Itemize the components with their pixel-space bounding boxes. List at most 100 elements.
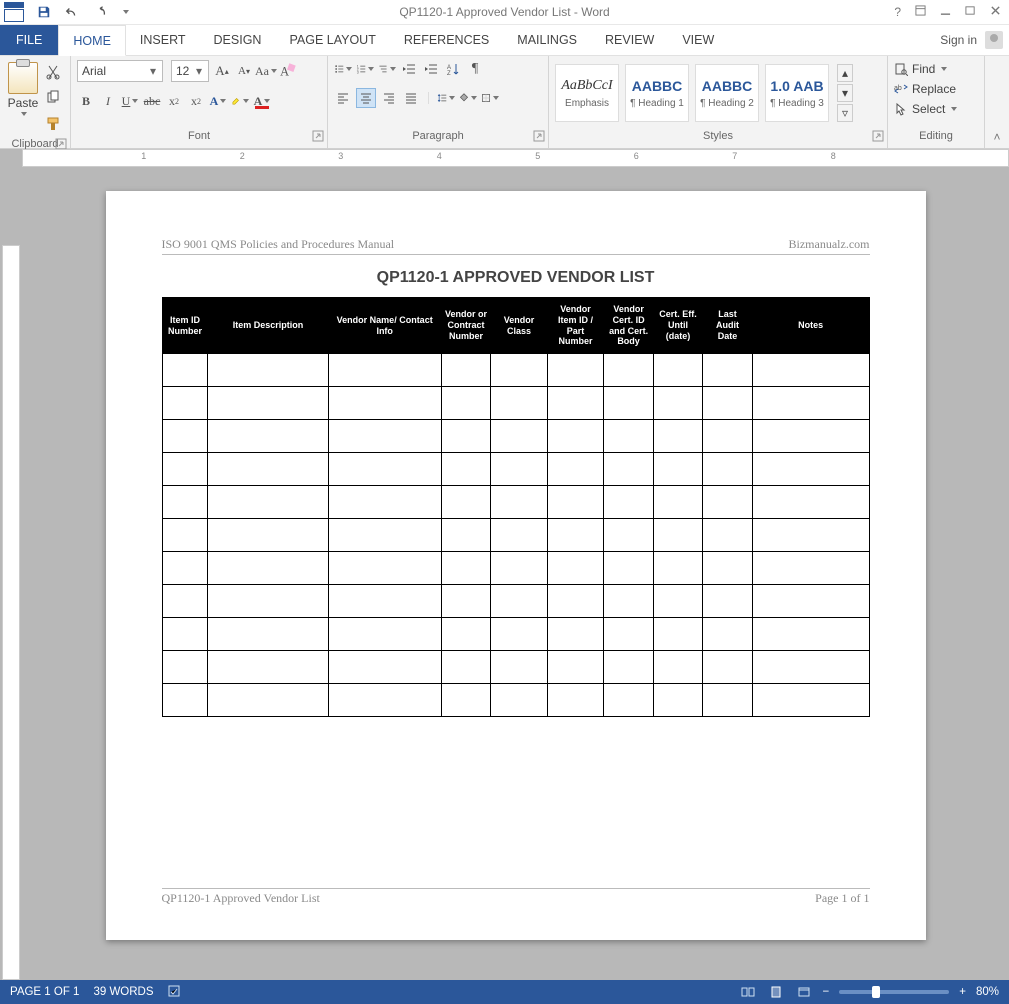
print-layout-button[interactable] [767, 984, 785, 1000]
zoom-level[interactable]: 80% [976, 986, 999, 998]
style-heading2[interactable]: AABBC¶ Heading 2 [695, 64, 759, 122]
strikethrough-button[interactable]: abc [143, 92, 161, 110]
zoom-slider[interactable] [839, 990, 949, 994]
font-color-button[interactable]: A [253, 92, 271, 110]
save-button[interactable] [34, 3, 54, 21]
show-marks-button[interactable]: ¶ [466, 60, 484, 78]
tab-page-layout[interactable]: PAGE LAYOUT [275, 25, 389, 55]
subscript-button[interactable]: x2 [165, 92, 183, 110]
col-vendor-class: Vendor Class [491, 298, 548, 354]
format-painter-button[interactable] [42, 114, 64, 134]
shading-button[interactable] [459, 89, 477, 107]
group-font: Arial▾ 12▾ A▴ A▾ Aa A B I U abc x2 x2 A … [71, 56, 328, 148]
italic-button[interactable]: I [99, 92, 117, 110]
copy-button[interactable] [42, 88, 64, 108]
tab-home[interactable]: HOME [58, 25, 126, 56]
styles-down-button[interactable]: ▾ [837, 84, 853, 102]
ribbon-display-button[interactable] [915, 5, 926, 19]
align-left-button[interactable] [334, 89, 352, 107]
underline-button[interactable]: U [121, 92, 139, 110]
svg-text:A: A [280, 65, 289, 79]
decrease-indent-button[interactable] [400, 60, 418, 78]
line-spacing-button[interactable] [437, 89, 455, 107]
borders-button[interactable] [481, 89, 499, 107]
minimize-button[interactable] [940, 5, 951, 19]
replace-button[interactable]: abReplace [894, 82, 957, 96]
redo-button[interactable] [90, 3, 110, 21]
table-row[interactable] [162, 618, 869, 651]
select-button[interactable]: Select [894, 102, 957, 116]
styles-scroll-buttons: ▴ ▾ ▿ [837, 64, 853, 122]
table-row[interactable] [162, 651, 869, 684]
increase-indent-button[interactable] [422, 60, 440, 78]
tab-references[interactable]: REFERENCES [390, 25, 503, 55]
read-mode-button[interactable] [739, 984, 757, 1000]
help-button[interactable]: ? [894, 5, 901, 19]
styles-launcher[interactable] [872, 130, 884, 142]
clear-formatting-button[interactable]: A [279, 62, 297, 80]
tab-file[interactable]: FILE [0, 25, 58, 55]
table-row[interactable] [162, 387, 869, 420]
col-contract-num: Vendor or Contract Number [441, 298, 490, 354]
table-row[interactable] [162, 486, 869, 519]
paste-button[interactable]: Paste [6, 60, 40, 116]
font-launcher[interactable] [312, 130, 324, 142]
highlight-button[interactable] [231, 92, 249, 110]
styles-more-button[interactable]: ▿ [837, 104, 853, 122]
status-page[interactable]: PAGE 1 OF 1 [10, 986, 79, 998]
styles-up-button[interactable]: ▴ [837, 64, 853, 82]
table-row[interactable] [162, 354, 869, 387]
superscript-button[interactable]: x2 [187, 92, 205, 110]
style-heading1[interactable]: AABBC¶ Heading 1 [625, 64, 689, 122]
spellcheck-button[interactable] [168, 984, 184, 1001]
table-row[interactable] [162, 552, 869, 585]
align-right-button[interactable] [380, 89, 398, 107]
table-row[interactable] [162, 453, 869, 486]
change-case-button[interactable]: Aa [257, 62, 275, 80]
web-layout-button[interactable] [795, 984, 813, 1000]
tab-design[interactable]: DESIGN [200, 25, 276, 55]
tab-mailings[interactable]: MAILINGS [503, 25, 591, 55]
sort-button[interactable]: AZ [444, 60, 462, 78]
vertical-ruler[interactable] [0, 167, 22, 980]
find-button[interactable]: Find [894, 62, 957, 76]
sign-in-link[interactable]: Sign in [940, 33, 977, 47]
document-area[interactable]: ISO 9001 QMS Policies and Procedures Man… [22, 167, 1009, 980]
close-button[interactable] [990, 5, 1001, 19]
group-editing: Find abReplace Select Editing [888, 56, 985, 148]
table-row[interactable] [162, 420, 869, 453]
table-row[interactable] [162, 684, 869, 717]
tab-insert[interactable]: INSERT [126, 25, 200, 55]
maximize-button[interactable] [965, 5, 976, 19]
cut-button[interactable] [42, 62, 64, 82]
status-bar: PAGE 1 OF 1 39 WORDS − + 80% [0, 980, 1009, 1004]
bullets-button[interactable] [334, 60, 352, 78]
style-emphasis[interactable]: AaBbCcIEmphasis [555, 64, 619, 122]
paragraph-launcher[interactable] [533, 130, 545, 142]
table-row[interactable] [162, 585, 869, 618]
zoom-in-button[interactable]: + [959, 986, 966, 998]
tab-view[interactable]: VIEW [668, 25, 728, 55]
style-heading3[interactable]: 1.0 AAB¶ Heading 3 [765, 64, 829, 122]
ribbon: Paste Clipboard Arial▾ 12▾ A▴ A▾ Aa A [0, 56, 1009, 149]
zoom-out-button[interactable]: − [823, 986, 830, 998]
doc-footer-right: Page 1 of 1 [815, 891, 869, 906]
collapse-ribbon-button[interactable]: ˄ [985, 56, 1009, 148]
font-name-select[interactable]: Arial▾ [77, 60, 163, 82]
undo-button[interactable] [62, 3, 82, 21]
justify-button[interactable] [402, 89, 420, 107]
customize-qat-button[interactable] [118, 8, 132, 16]
bold-button[interactable]: B [77, 92, 95, 110]
horizontal-ruler[interactable]: 12 34 56 78 [0, 149, 1009, 167]
table-row[interactable] [162, 519, 869, 552]
multilevel-list-button[interactable] [378, 60, 396, 78]
user-avatar-icon[interactable] [985, 31, 1003, 49]
font-size-select[interactable]: 12▾ [171, 60, 209, 82]
numbering-button[interactable]: 123 [356, 60, 374, 78]
align-center-button[interactable] [356, 88, 376, 108]
grow-font-button[interactable]: A▴ [213, 62, 231, 80]
text-effects-button[interactable]: A [209, 92, 227, 110]
shrink-font-button[interactable]: A▾ [235, 62, 253, 80]
status-words[interactable]: 39 WORDS [93, 986, 153, 998]
tab-review[interactable]: REVIEW [591, 25, 668, 55]
